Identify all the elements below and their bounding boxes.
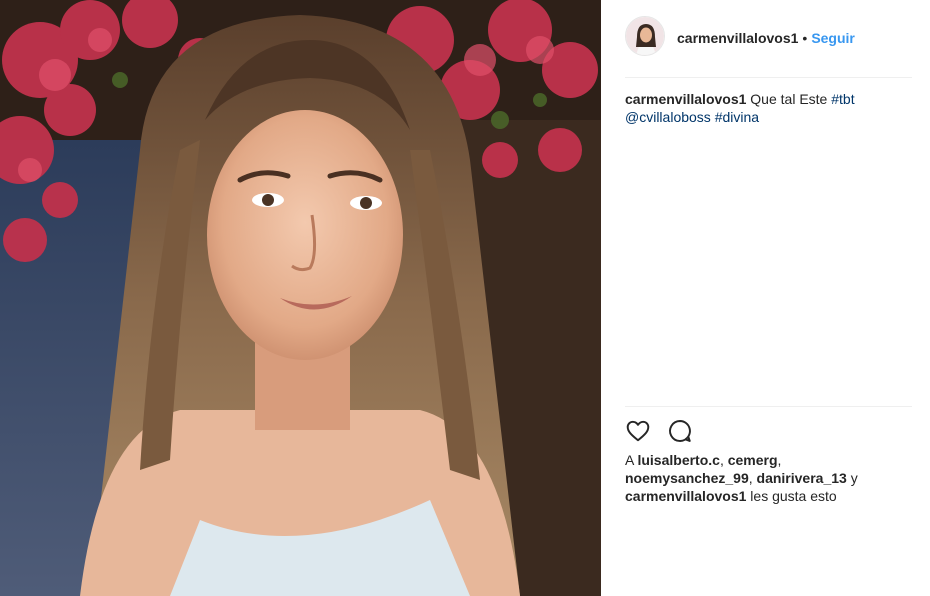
header-separator: •: [802, 30, 808, 46]
likes-summary: A luisalberto.c, cemerg, noemysanchez_99…: [625, 452, 858, 504]
liker-username[interactable]: danirivera_13: [757, 470, 847, 486]
heart-icon[interactable]: [625, 418, 651, 444]
liker-username[interactable]: noemysanchez_99: [625, 470, 749, 486]
post-sidebar: carmenvillalovos1 • Seguir carmenvillalovo…: [601, 0, 930, 596]
post-header: carmenvillalovos1 • Seguir: [625, 16, 912, 78]
header-username[interactable]: carmenvillalovos1: [677, 30, 798, 46]
post-photo[interactable]: [0, 0, 601, 596]
likes-prefix: A: [625, 452, 634, 468]
likes-suffix: les gusta esto: [750, 488, 837, 504]
liker-username[interactable]: cemerg: [728, 452, 778, 468]
follow-button[interactable]: Seguir: [811, 30, 855, 46]
post-actions: [625, 418, 693, 446]
divider: [625, 406, 912, 407]
caption-username[interactable]: carmenvillalovos1: [625, 91, 746, 107]
liker-username[interactable]: carmenvillalovos1: [625, 488, 746, 504]
hashtag-link[interactable]: #divina: [715, 109, 759, 125]
comment-icon[interactable]: [667, 418, 693, 444]
mention-link[interactable]: @cvillaloboss: [625, 109, 711, 125]
post-caption: carmenvillalovos1 Que tal Este #tbt @cvi…: [625, 90, 912, 126]
caption-text: Que tal Este: [750, 91, 828, 107]
hashtag-link[interactable]: #tbt: [831, 91, 854, 107]
avatar[interactable]: [625, 16, 665, 56]
liker-username[interactable]: luisalberto.c: [637, 452, 719, 468]
likes-joiner: y: [850, 470, 858, 486]
